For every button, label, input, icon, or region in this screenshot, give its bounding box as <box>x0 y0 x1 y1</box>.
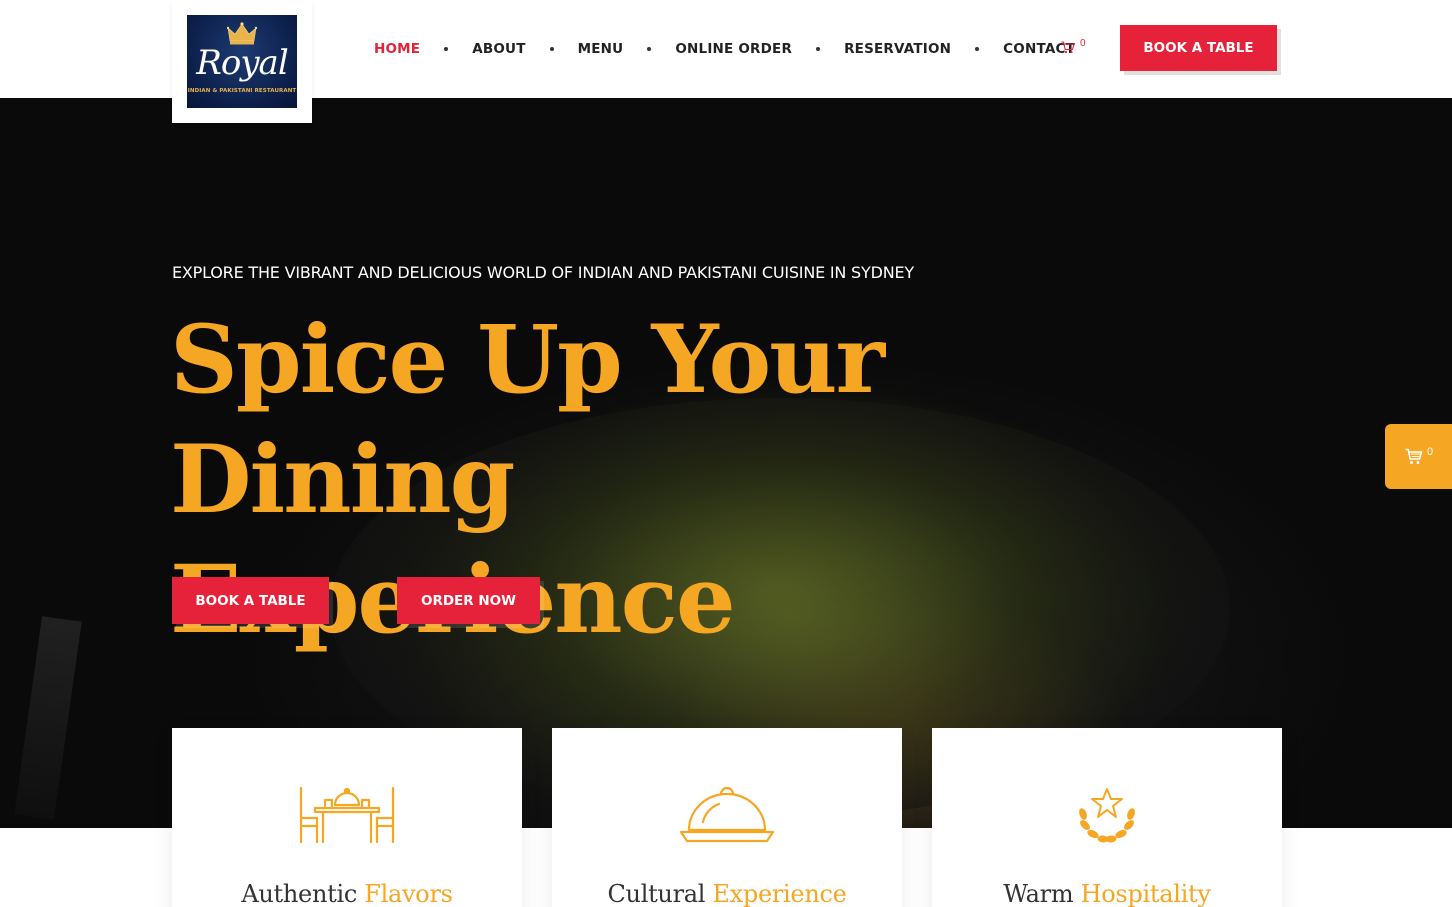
star-laurel-icon <box>1079 788 1135 843</box>
feature-title: Cultural Experience <box>607 880 847 907</box>
cart-count: 0 <box>1080 38 1086 49</box>
floating-cart-button[interactable]: 0 <box>1385 424 1452 489</box>
nav-separator <box>549 47 554 51</box>
cloche-icon <box>679 786 775 843</box>
logo-subtitle: INDIAN & PAKISTANI RESTAURANT <box>187 88 297 94</box>
nav-reservation[interactable]: RESERVATION <box>844 41 951 57</box>
feature-card-warm-hospitality: Warm Hospitality <box>932 728 1282 907</box>
hero-title-line1: Spice Up Your Dining <box>170 305 885 535</box>
logo-link[interactable]: Royal INDIAN & PAKISTANI RESTAURANT <box>172 0 312 123</box>
logo: Royal INDIAN & PAKISTANI RESTAURANT <box>187 15 297 108</box>
nav-separator <box>816 47 821 51</box>
header-cart[interactable]: 0 <box>1061 38 1091 58</box>
hero-subtitle: EXPLORE THE VIBRANT AND DELICIOUS WORLD … <box>172 263 914 282</box>
nav-online-order[interactable]: ONLINE ORDER <box>675 41 792 57</box>
logo-title: Royal <box>196 43 288 83</box>
feature-title: Authentic Flavors <box>241 880 453 907</box>
nav-menu[interactable]: MENU <box>578 41 624 57</box>
feature-card-cultural-experience: Cultural Experience <box>552 728 902 907</box>
feature-card-authentic-flavors: Authentic Flavors <box>172 728 522 907</box>
book-table-button[interactable]: BOOK A TABLE <box>1120 25 1277 71</box>
dining-table-icon <box>299 786 395 844</box>
nav-home[interactable]: HOME <box>374 41 420 57</box>
cart-icon <box>1061 41 1075 54</box>
hero-chopsticks-image <box>14 616 82 820</box>
feature-title: Warm Hospitality <box>1003 880 1211 907</box>
cart-icon <box>1405 448 1423 464</box>
nav-separator <box>975 47 980 51</box>
main-nav: HOME ABOUT MENU ONLINE ORDER RESERVATION… <box>360 39 1075 59</box>
floating-cart-count: 0 <box>1427 446 1434 458</box>
nav-separator <box>444 47 449 51</box>
nav-about[interactable]: ABOUT <box>472 41 525 57</box>
hero-book-table-button[interactable]: BOOK A TABLE <box>172 577 329 624</box>
nav-separator <box>647 47 652 51</box>
hero-order-now-button[interactable]: ORDER NOW <box>397 577 540 624</box>
